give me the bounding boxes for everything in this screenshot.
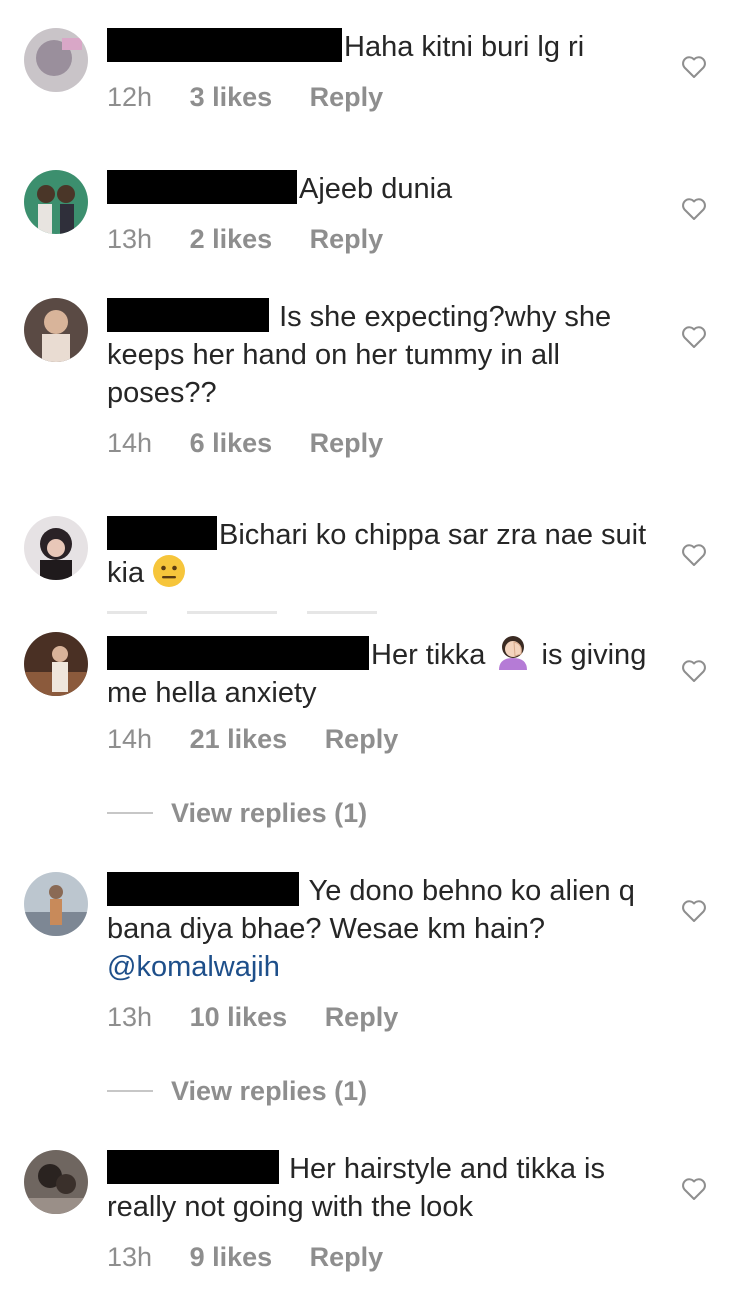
likes-count[interactable]: 3 likes xyxy=(190,82,273,112)
reply-divider-line xyxy=(107,812,153,814)
mention-link[interactable]: @komalwajih xyxy=(107,951,280,983)
comment-text: Bichari ko chippa sar zra nae suit kia xyxy=(107,516,652,592)
comment-meta: 13h 2 likes Reply xyxy=(107,224,413,255)
heart-outline-icon[interactable] xyxy=(681,543,707,567)
reply-button[interactable]: Reply xyxy=(325,1002,399,1032)
heart-outline-icon[interactable] xyxy=(681,899,707,923)
likes-count[interactable]: 10 likes xyxy=(190,1002,288,1032)
reply-button[interactable]: Reply xyxy=(325,724,399,754)
redacted-username xyxy=(107,636,369,670)
timestamp: 13h xyxy=(107,1002,153,1032)
redacted-username xyxy=(107,28,342,62)
avatar[interactable] xyxy=(24,28,88,92)
heart-outline-icon[interactable] xyxy=(681,659,707,683)
avatar[interactable] xyxy=(24,516,88,580)
timestamp: 14h xyxy=(107,724,153,754)
reply-button[interactable]: Reply xyxy=(310,224,384,254)
comment-text: Is she expecting?why she keeps her hand … xyxy=(107,298,652,412)
likes-count[interactable]: 6 likes xyxy=(190,428,273,458)
comment-text: Ajeeb dunia xyxy=(107,170,652,208)
clipped-comment-meta xyxy=(107,604,387,614)
comment-meta: 14h 6 likes Reply xyxy=(107,428,413,459)
comment-meta: 13h 9 likes Reply xyxy=(107,1242,413,1273)
timestamp: 14h xyxy=(107,428,153,458)
heart-outline-icon[interactable] xyxy=(681,325,707,349)
avatar[interactable] xyxy=(24,298,88,362)
likes-count[interactable]: 9 likes xyxy=(190,1242,273,1272)
comment-text: Her hairstyle and tikka is really not go… xyxy=(107,1150,652,1226)
comment-meta: 14h 21 likes Reply xyxy=(107,724,428,755)
avatar[interactable] xyxy=(24,170,88,234)
view-replies-button[interactable]: View replies (1) xyxy=(107,798,367,829)
reply-button[interactable]: Reply xyxy=(310,82,384,112)
redacted-username xyxy=(107,516,217,550)
timestamp: 12h xyxy=(107,82,153,112)
avatar[interactable] xyxy=(24,872,88,936)
comment-text: Ye dono behno ko alien q bana diya bhae?… xyxy=(107,872,652,986)
avatar[interactable] xyxy=(24,632,88,696)
redacted-username xyxy=(107,1150,279,1184)
likes-count[interactable]: 21 likes xyxy=(190,724,288,754)
avatar[interactable] xyxy=(24,1150,88,1214)
heart-outline-icon[interactable] xyxy=(681,55,707,79)
reply-button[interactable]: Reply xyxy=(310,428,384,458)
redacted-username xyxy=(107,872,299,906)
likes-count[interactable]: 2 likes xyxy=(190,224,273,254)
redacted-username xyxy=(107,170,297,204)
reply-divider-line xyxy=(107,1090,153,1092)
face-palm-emoji xyxy=(499,636,528,670)
neutral-face-emoji xyxy=(153,555,186,587)
timestamp: 13h xyxy=(107,224,153,254)
comment-meta: 13h 10 likes Reply xyxy=(107,1002,428,1033)
reply-button[interactable]: Reply xyxy=(310,1242,384,1272)
view-replies-button[interactable]: View replies (1) xyxy=(107,1076,367,1107)
comment-meta: 12h 3 likes Reply xyxy=(107,82,413,113)
timestamp: 13h xyxy=(107,1242,153,1272)
comment-text: Haha kitni buri lg ri xyxy=(107,28,652,66)
heart-outline-icon[interactable] xyxy=(681,197,707,221)
redacted-username xyxy=(107,298,269,332)
comment-text: Her tikka is giving me hella anxiety xyxy=(107,632,652,712)
heart-outline-icon[interactable] xyxy=(681,1177,707,1201)
